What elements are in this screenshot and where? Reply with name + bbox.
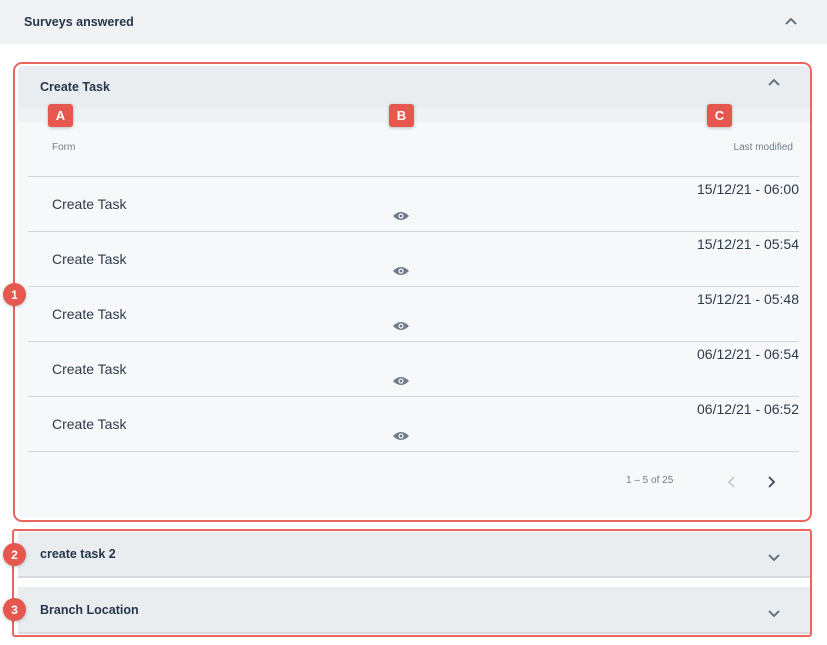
chevron-right-icon[interactable] bbox=[763, 474, 779, 490]
chevron-up-icon[interactable] bbox=[766, 74, 782, 90]
chevron-down-icon[interactable] bbox=[766, 549, 782, 565]
panel-divider bbox=[18, 576, 810, 578]
chevron-up-icon[interactable] bbox=[783, 13, 799, 29]
eye-icon[interactable] bbox=[392, 209, 410, 221]
eye-icon[interactable] bbox=[392, 319, 410, 331]
last-modified-date: 15/12/21 - 05:54 bbox=[697, 236, 799, 252]
chevron-down-icon[interactable] bbox=[766, 605, 782, 621]
column-header-last-modified[interactable]: Last modified bbox=[734, 142, 793, 153]
panel-title: create task 2 bbox=[40, 547, 116, 561]
last-modified-date: 15/12/21 - 05:48 bbox=[697, 291, 799, 307]
annotation-badge-a: A bbox=[48, 104, 73, 127]
annotation-badge-c: C bbox=[707, 104, 732, 127]
table-row[interactable]: Create Task 15/12/21 - 05:54 bbox=[28, 232, 799, 287]
form-name: Create Task bbox=[52, 251, 127, 267]
form-name: Create Task bbox=[52, 196, 127, 212]
panel-title: Create Task bbox=[40, 80, 110, 94]
form-name: Create Task bbox=[52, 306, 127, 322]
annotation-badge-1: 1 bbox=[3, 283, 26, 306]
form-name: Create Task bbox=[52, 361, 127, 377]
chevron-left-icon[interactable] bbox=[723, 474, 739, 490]
last-modified-date: 06/12/21 - 06:52 bbox=[697, 401, 799, 417]
annotation-badge-2: 2 bbox=[3, 543, 26, 566]
panel-create-task-2[interactable]: create task 2 bbox=[18, 532, 810, 578]
panel-divider bbox=[18, 632, 810, 634]
table-row[interactable]: Create Task 15/12/21 - 05:48 bbox=[28, 287, 799, 342]
annotation-badge-b: B bbox=[389, 104, 414, 127]
section-title: Surveys answered bbox=[24, 15, 134, 29]
table-row[interactable]: Create Task 06/12/21 - 06:52 bbox=[28, 397, 799, 452]
form-name: Create Task bbox=[52, 416, 127, 432]
panel-create-task: Create Task Form Last modified Create Ta… bbox=[18, 66, 810, 518]
panel-branch-location[interactable]: Branch Location bbox=[18, 587, 810, 634]
last-modified-date: 06/12/21 - 06:54 bbox=[697, 346, 799, 362]
eye-icon[interactable] bbox=[392, 429, 410, 441]
panel-header-create-task-2[interactable]: create task 2 bbox=[18, 532, 810, 576]
surveys-answered-header[interactable]: Surveys answered bbox=[0, 0, 827, 44]
column-header-form[interactable]: Form bbox=[52, 142, 75, 153]
table-top-band bbox=[18, 108, 810, 122]
panel-header-create-task[interactable]: Create Task bbox=[18, 66, 810, 108]
pagination-range: 1 – 5 of 25 bbox=[626, 475, 674, 486]
panel-header-branch-location[interactable]: Branch Location bbox=[18, 587, 810, 632]
last-modified-date: 15/12/21 - 06:00 bbox=[697, 181, 799, 197]
eye-icon[interactable] bbox=[392, 374, 410, 386]
annotation-badge-3: 3 bbox=[3, 598, 26, 621]
table-row[interactable]: Create Task 06/12/21 - 06:54 bbox=[28, 342, 799, 397]
panel-title: Branch Location bbox=[40, 602, 139, 617]
table-row[interactable]: Create Task 15/12/21 - 06:00 bbox=[28, 177, 799, 232]
eye-icon[interactable] bbox=[392, 264, 410, 276]
